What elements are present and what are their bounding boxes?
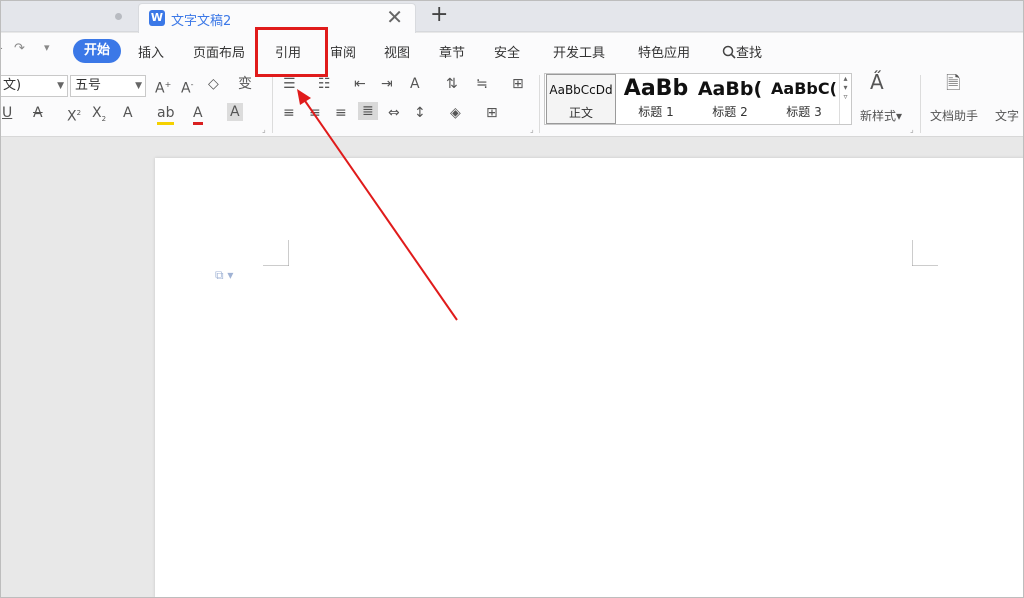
- annotation-arrow: [297, 89, 458, 321]
